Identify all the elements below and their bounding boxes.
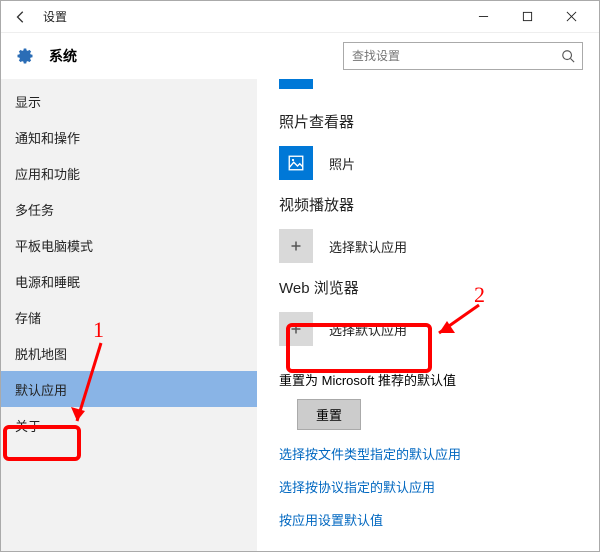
sidebar-item-label: 平板电脑模式 bbox=[15, 236, 93, 255]
web-browser-label: 选择默认应用 bbox=[329, 320, 407, 339]
sidebar-item-power[interactable]: 电源和睡眠 bbox=[1, 263, 257, 299]
sidebar-item-label: 关于 bbox=[15, 416, 41, 435]
titlebar: 设置 bbox=[1, 1, 599, 33]
search-input[interactable] bbox=[344, 49, 554, 63]
search-icon[interactable] bbox=[554, 49, 582, 63]
previous-item-tile[interactable] bbox=[279, 79, 313, 89]
plus-icon bbox=[279, 312, 313, 346]
sidebar-item-label: 通知和操作 bbox=[15, 128, 80, 147]
sidebar-item-notifications[interactable]: 通知和操作 bbox=[1, 119, 257, 155]
photo-viewer-label: 照片 bbox=[329, 154, 355, 173]
sidebar-item-tablet[interactable]: 平板电脑模式 bbox=[1, 227, 257, 263]
reset-description: 重置为 Microsoft 推荐的默认值 bbox=[279, 370, 577, 389]
sidebar-item-label: 多任务 bbox=[15, 200, 54, 219]
close-button[interactable] bbox=[549, 2, 593, 32]
gear-icon bbox=[11, 42, 39, 70]
video-player-label: 选择默认应用 bbox=[329, 237, 407, 256]
photo-viewer-item[interactable]: 照片 bbox=[279, 146, 577, 180]
link-by-app[interactable]: 按应用设置默认值 bbox=[279, 510, 577, 529]
sidebar-item-offlinemaps[interactable]: 脱机地图 bbox=[1, 335, 257, 371]
sidebar-item-label: 应用和功能 bbox=[15, 164, 80, 183]
video-player-item[interactable]: 选择默认应用 bbox=[279, 229, 577, 263]
photos-icon bbox=[279, 146, 313, 180]
plus-icon bbox=[279, 229, 313, 263]
sidebar-item-storage[interactable]: 存储 bbox=[1, 299, 257, 335]
main-panel: 照片查看器 照片 视频播放器 选择默认应用 Web 浏览器 选择默认应用 重置为… bbox=[257, 79, 599, 551]
sidebar-item-defaultapps[interactable]: 默认应用 bbox=[1, 371, 257, 407]
link-by-filetype[interactable]: 选择按文件类型指定的默认应用 bbox=[279, 444, 577, 463]
sidebar: 显示 通知和操作 应用和功能 多任务 平板电脑模式 电源和睡眠 存储 脱机地图 … bbox=[1, 79, 257, 551]
web-browser-item[interactable]: 选择默认应用 bbox=[279, 312, 577, 346]
sidebar-item-label: 默认应用 bbox=[15, 380, 67, 399]
sidebar-item-label: 显示 bbox=[15, 92, 41, 111]
back-button[interactable] bbox=[7, 3, 35, 31]
sidebar-item-multitask[interactable]: 多任务 bbox=[1, 191, 257, 227]
reset-button[interactable]: 重置 bbox=[297, 399, 361, 430]
sidebar-item-label: 电源和睡眠 bbox=[15, 272, 80, 291]
sidebar-item-display[interactable]: 显示 bbox=[1, 83, 257, 119]
window-title: 设置 bbox=[43, 8, 67, 25]
link-by-protocol[interactable]: 选择按协议指定的默认应用 bbox=[279, 477, 577, 496]
sidebar-item-label: 脱机地图 bbox=[15, 344, 67, 363]
section-web-browser-title: Web 浏览器 bbox=[279, 277, 577, 298]
sidebar-item-label: 存储 bbox=[15, 308, 41, 327]
search-box[interactable] bbox=[343, 42, 583, 70]
maximize-button[interactable] bbox=[505, 2, 549, 32]
minimize-button[interactable] bbox=[461, 2, 505, 32]
section-photo-viewer-title: 照片查看器 bbox=[279, 111, 577, 132]
sidebar-item-about[interactable]: 关于 bbox=[1, 407, 257, 443]
section-video-player-title: 视频播放器 bbox=[279, 194, 577, 215]
sidebar-item-apps[interactable]: 应用和功能 bbox=[1, 155, 257, 191]
page-title: 系统 bbox=[49, 46, 77, 66]
header: 系统 bbox=[1, 33, 599, 79]
